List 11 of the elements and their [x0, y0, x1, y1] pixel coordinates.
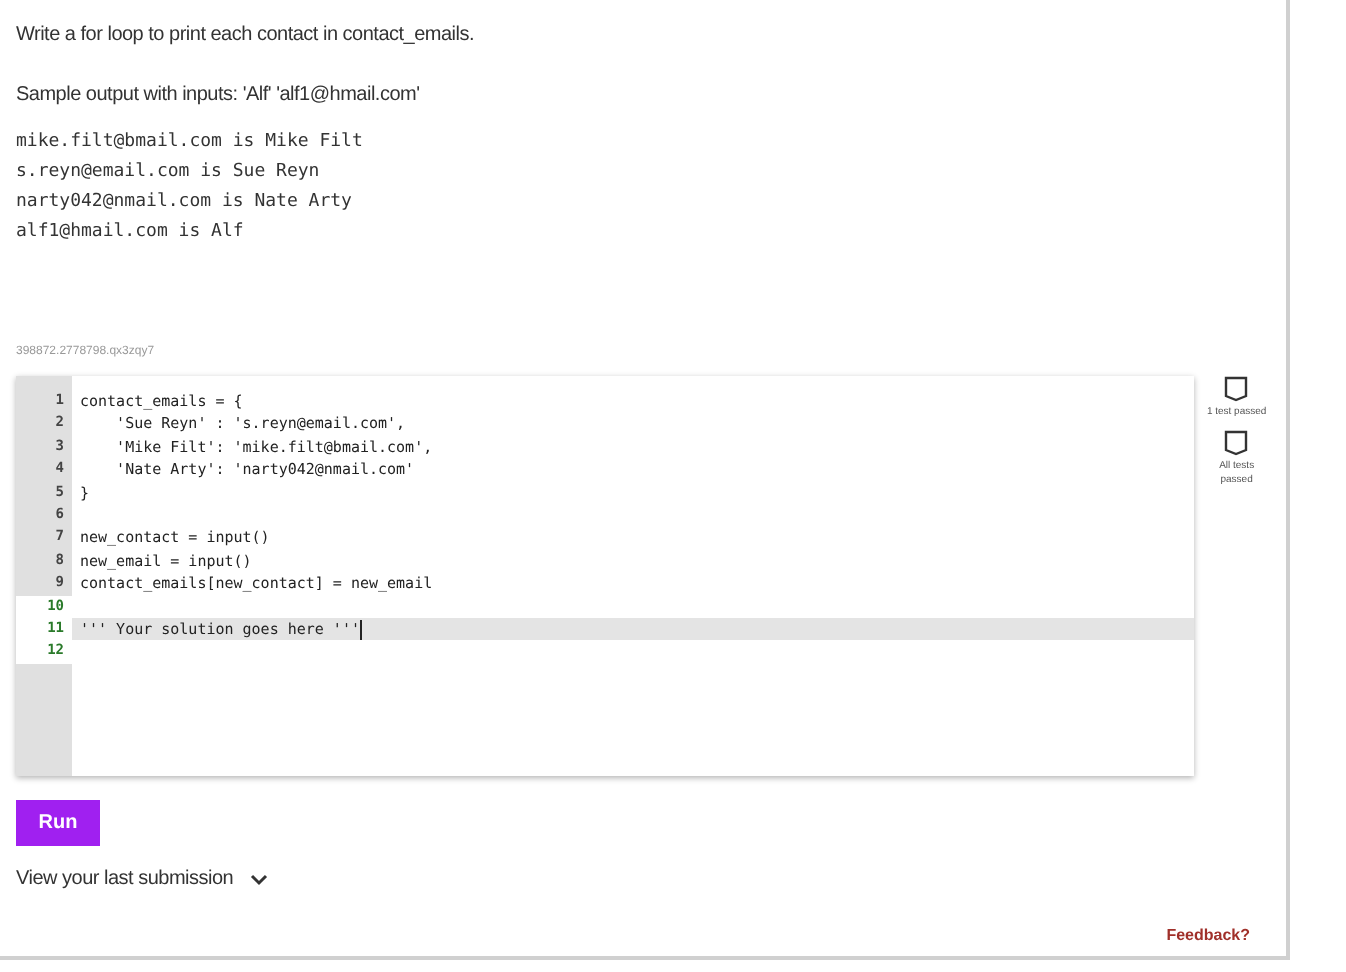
last-submission-toggle[interactable]: View your last submission — [16, 864, 234, 894]
output-line: s.reyn@email.com is Sue Reyn — [16, 160, 322, 186]
feedback-link[interactable]: Feedback? — [1166, 924, 1250, 948]
output-line: alf1@hmail.com is Alf — [16, 220, 246, 246]
text-cursor — [359, 619, 362, 640]
output-line: narty042@nmail.com is Nate Arty — [16, 190, 354, 216]
instruction-text: Write a for loop to print each contact in contact_emails. — [16, 22, 477, 50]
chevron-down-icon[interactable] — [249, 873, 268, 885]
sample-output-label: Sample output with inputs: 'Alf' 'alf1@hmail.com' — [16, 82, 422, 110]
run-button[interactable]: Run — [16, 800, 100, 846]
output-line: mike.filt@bmail.com is Mike Filt — [16, 130, 365, 156]
